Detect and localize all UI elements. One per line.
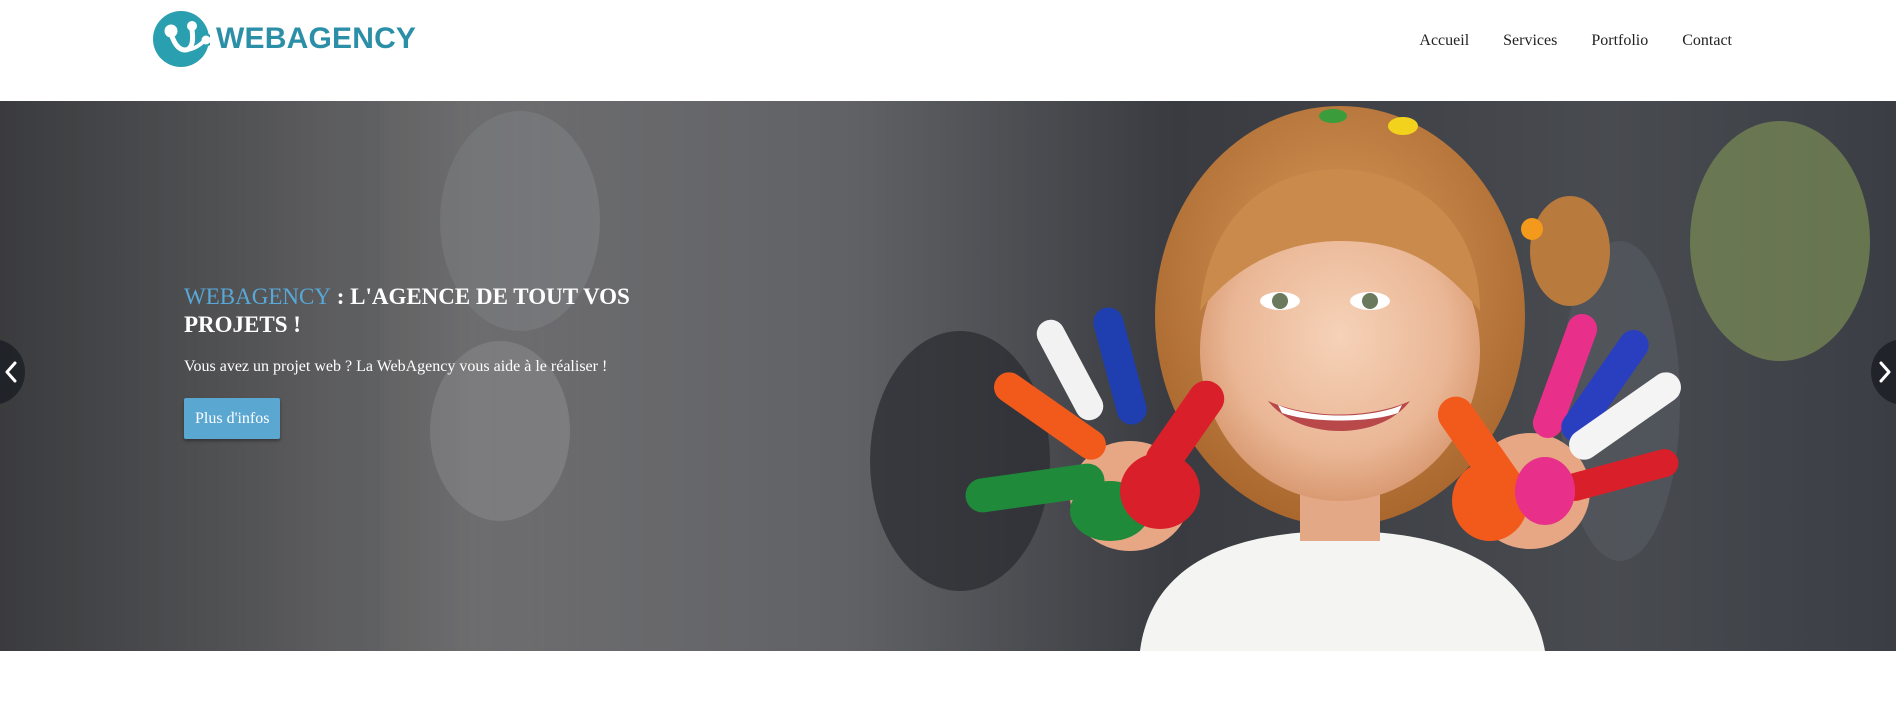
hero-title-brand: WEBAGENCY (184, 284, 331, 309)
logo-text: WEBAGENCY (216, 22, 417, 55)
nav-item-services[interactable]: Services (1503, 28, 1557, 54)
more-info-button[interactable]: Plus d'infos (184, 398, 281, 439)
nav-item-accueil[interactable]: Accueil (1419, 28, 1469, 54)
hero-content: WEBAGENCY : L'AGENCE DE TOUT VOS PROJETS… (184, 283, 644, 439)
hero-subtitle: Vous avez un projet web ? La WebAgency v… (184, 358, 608, 375)
nav-item-portfolio[interactable]: Portfolio (1591, 28, 1648, 54)
site-header: WEBAGENCY Accueil Services Portfolio Con… (0, 0, 1896, 101)
main-nav: Accueil Services Portfolio Contact (1385, 28, 1732, 54)
logo-icon (153, 11, 210, 67)
chevron-right-icon (1879, 361, 1891, 383)
hero-slider: WEBAGENCY : L'AGENCE DE TOUT VOS PROJETS… (0, 101, 1896, 651)
chevron-left-icon (5, 361, 17, 383)
logo-link[interactable]: WEBAGENCY (152, 9, 416, 69)
hero-title: WEBAGENCY : L'AGENCE DE TOUT VOS PROJETS… (184, 283, 644, 339)
nav-item-contact[interactable]: Contact (1682, 28, 1732, 54)
